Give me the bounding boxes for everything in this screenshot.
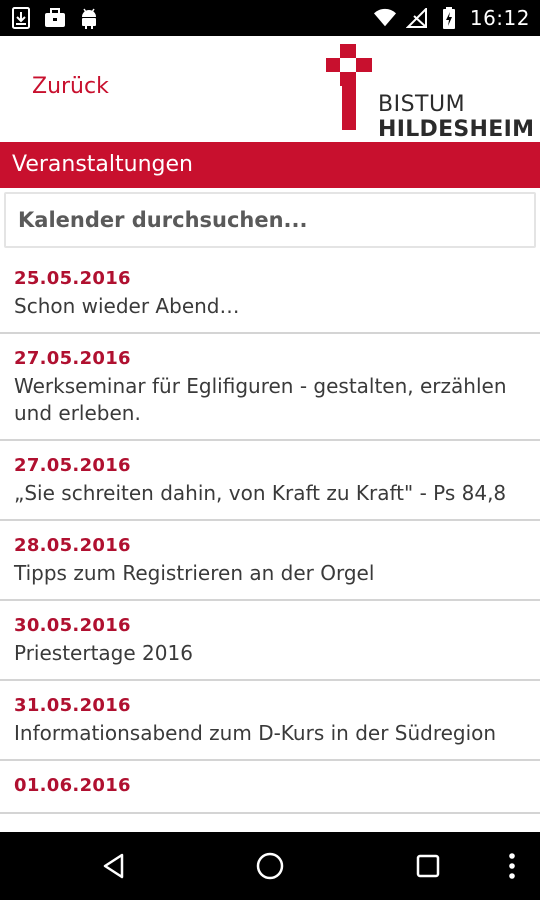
list-item[interactable]: 01.06.2016: [0, 761, 540, 814]
event-date: 27.05.2016: [14, 455, 131, 476]
event-title: Werkseminar für Eglifiguren - gestalten,…: [14, 374, 507, 425]
event-title: Priestertage 2016: [14, 641, 193, 665]
logo-text: BISTUM HILDESHEIM: [378, 92, 534, 142]
android-icon: [78, 7, 100, 29]
back-triangle-icon[interactable]: [94, 846, 134, 886]
event-date: 01.06.2016: [14, 775, 131, 796]
event-title: Tipps zum Registrieren an der Orgel: [14, 561, 375, 585]
list-item[interactable]: 28.05.2016 Tipps zum Registrieren an der…: [0, 521, 540, 601]
event-date: 31.05.2016: [14, 695, 131, 716]
section-title: Veranstaltungen: [0, 142, 540, 188]
app-header: Zurück BISTUM HILDESHEIM: [0, 36, 540, 142]
battery-charging-icon: [438, 7, 460, 29]
event-title: Informationsabend zum D-Kurs in der Südr…: [14, 721, 497, 745]
event-date: 25.05.2016: [14, 268, 131, 289]
home-circle-icon[interactable]: [250, 846, 290, 886]
status-time: 16:12: [469, 6, 530, 30]
status-right-icons: 16:12: [373, 6, 530, 30]
calendar-search-input[interactable]: [4, 192, 536, 248]
download-icon: [10, 7, 32, 29]
status-left-icons: [10, 7, 100, 29]
no-signal-icon: [405, 7, 428, 29]
briefcase-icon: [44, 7, 66, 29]
list-item[interactable]: 27.05.2016 Werkseminar für Eglifiguren -…: [0, 334, 540, 441]
event-date: 30.05.2016: [14, 615, 131, 636]
recents-square-icon[interactable]: [408, 846, 448, 886]
overflow-menu-icon[interactable]: [492, 846, 532, 886]
search-container: [0, 188, 540, 254]
status-bar: 16:12: [0, 0, 540, 36]
back-link[interactable]: Zurück: [32, 74, 109, 99]
events-list[interactable]: 25.05.2016 Schon wieder Abend… 27.05.201…: [0, 254, 540, 832]
list-item[interactable]: 25.05.2016 Schon wieder Abend…: [0, 254, 540, 334]
event-title: „Sie schreiten dahin, von Kraft zu Kraft…: [14, 481, 507, 505]
cross-logo-icon: [326, 44, 372, 130]
logo-line-hildesheim: HILDESHEIM: [378, 117, 535, 142]
wifi-icon: [373, 7, 396, 29]
system-nav-bar: [0, 832, 540, 900]
event-date: 27.05.2016: [14, 348, 131, 369]
event-date: 28.05.2016: [14, 535, 131, 556]
list-item[interactable]: 30.05.2016 Priestertage 2016: [0, 601, 540, 681]
logo-line-bistum: BISTUM: [378, 92, 466, 117]
list-item[interactable]: 27.05.2016 „Sie schreiten dahin, von Kra…: [0, 441, 540, 521]
event-title: Schon wieder Abend…: [14, 294, 240, 318]
bistum-logo: BISTUM HILDESHEIM: [322, 44, 534, 142]
list-item[interactable]: 31.05.2016 Informationsabend zum D-Kurs …: [0, 681, 540, 761]
